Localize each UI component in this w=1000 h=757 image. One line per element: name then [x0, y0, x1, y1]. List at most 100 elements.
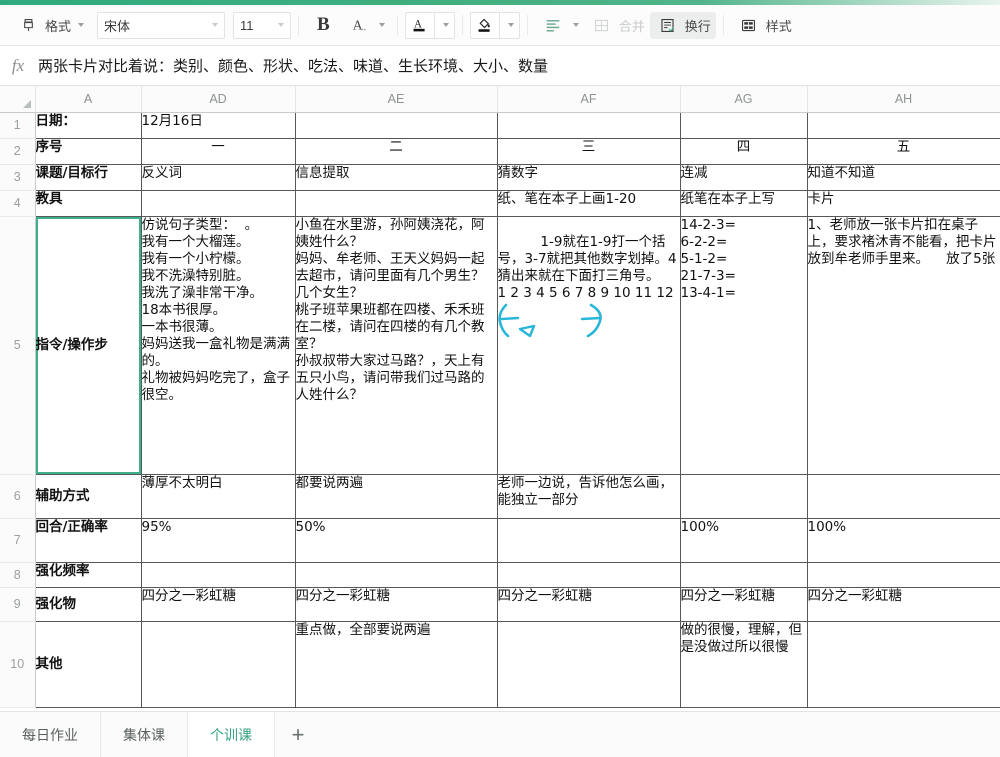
column-header-A[interactable]: A: [35, 86, 142, 113]
column-header-AF[interactable]: AF: [497, 86, 681, 113]
cell-AE10[interactable]: 重点做，全部要说两遍: [295, 621, 498, 708]
cell-AG6[interactable]: [680, 474, 808, 519]
cell-AE3[interactable]: 信息提取: [295, 164, 498, 191]
row-header-7[interactable]: 7: [0, 518, 36, 563]
cell-AF8[interactable]: [497, 562, 681, 588]
chevron-down-icon: [278, 23, 285, 27]
row-header-8[interactable]: 8: [0, 562, 36, 588]
add-sheet-button[interactable]: +: [275, 712, 321, 757]
cell-AD8[interactable]: [141, 562, 296, 588]
cell-AE5[interactable]: 小鱼在水里游，孙阿姨浇花，阿姨姓什么？ 妈妈、牟老师、王天义妈妈一起去超市，请问…: [295, 216, 498, 475]
cell-style-button[interactable]: 样式: [731, 12, 797, 39]
cell-AD1[interactable]: 12月16日: [141, 112, 296, 139]
merge-cells-button[interactable]: 合并: [584, 12, 650, 39]
font-family-select[interactable]: 宋体: [97, 11, 226, 39]
cell-A2[interactable]: 序号: [34, 138, 142, 165]
cell-AF3[interactable]: 猜数字: [497, 164, 681, 191]
column-header-AG[interactable]: AG: [680, 86, 808, 113]
cell-A5[interactable]: 指令/操作步: [34, 216, 142, 475]
cell-AF2[interactable]: 三: [497, 138, 681, 165]
cell-AD2[interactable]: 一: [141, 138, 296, 165]
cell-AD6[interactable]: 薄厚不太明白: [141, 474, 296, 519]
cell-AD7[interactable]: 95%: [141, 518, 296, 563]
formula-input[interactable]: 两张卡片对比着说：类别、颜色、形状、吃法、味道、生长环境、大小、数量: [36, 55, 1000, 76]
row-header-2[interactable]: 2: [0, 138, 36, 165]
formula-bar[interactable]: fx 两张卡片对比着说：类别、颜色、形状、吃法、味道、生长环境、大小、数量: [0, 46, 1000, 86]
cell-AH5[interactable]: 1、老师放一张卡片扣在桌子上，要求褚沐青不能看，把卡片放到牟老师手里来。 放了5…: [807, 216, 1000, 475]
cell-AH1[interactable]: [807, 112, 1000, 139]
wrap-text-button[interactable]: 换行: [649, 11, 716, 39]
cell-AE9[interactable]: 四分之一彩虹糖: [295, 587, 498, 622]
row-header-5[interactable]: 5: [0, 216, 36, 475]
cell-AE1[interactable]: [295, 112, 498, 139]
cell-AE4[interactable]: [295, 190, 498, 217]
cell-AF10[interactable]: [497, 621, 681, 708]
cell-AG2[interactable]: 四: [680, 138, 808, 165]
cell-AF1[interactable]: [497, 112, 681, 139]
cell-A9[interactable]: 强化物: [34, 587, 142, 622]
cell-AG3[interactable]: 连减: [680, 164, 808, 191]
font-effects-button[interactable]: A: [341, 12, 390, 39]
cell-AE6[interactable]: 都要说两遍: [295, 474, 498, 519]
cell-AE8[interactable]: [295, 562, 498, 588]
spreadsheet-grid[interactable]: A AD AE AF AG AH 1 日期： 12月16日 2 序号 一 二 三…: [0, 86, 1000, 711]
cell-AD9[interactable]: 四分之一彩虹糖: [141, 587, 296, 622]
cell-AG10[interactable]: 做的很慢，理解，但是没做过所以很慢: [680, 621, 808, 708]
cell-A1[interactable]: 日期：: [34, 112, 142, 139]
row-header-6[interactable]: 6: [0, 474, 36, 519]
cell-AD4[interactable]: [141, 190, 296, 217]
column-header-AD[interactable]: AD: [141, 86, 296, 113]
row-header-3[interactable]: 3: [0, 164, 36, 191]
cell-A4[interactable]: 教具: [34, 190, 142, 217]
cell-AH10[interactable]: [807, 621, 1000, 708]
cell-AH2[interactable]: 五: [807, 138, 1000, 165]
fill-color-dropdown[interactable]: [499, 11, 520, 39]
column-header-AE[interactable]: AE: [295, 86, 498, 113]
cell-AG8[interactable]: [680, 562, 808, 588]
column-header-AH[interactable]: AH: [807, 86, 1000, 113]
cell-A3[interactable]: 课题/目标行: [34, 164, 142, 191]
sheet-tab-daily-homework[interactable]: 每日作业: [0, 711, 101, 757]
cell-AF4[interactable]: 纸、笔在本子上画1-20: [497, 190, 681, 217]
cell-AH8[interactable]: [807, 562, 1000, 588]
cell-AD5[interactable]: 仿说句子类型： 。 我有一个大榴莲。 我有一个小柠檬。 我不洗澡特别脏。 我洗了…: [141, 216, 296, 475]
cell-A10[interactable]: 其他: [34, 621, 142, 708]
cell-AG9[interactable]: 四分之一彩虹糖: [680, 587, 808, 622]
cell-AF6[interactable]: 老师一边说，告诉他怎么画，能独立一部分: [497, 474, 681, 519]
format-button[interactable]: 格式: [10, 12, 89, 39]
bold-button[interactable]: B: [306, 12, 341, 39]
select-all-corner[interactable]: [0, 86, 36, 113]
cell-AH9[interactable]: 四分之一彩虹糖: [807, 587, 1000, 622]
font-family-value: 宋体: [104, 18, 131, 34]
align-button[interactable]: [535, 12, 584, 39]
cell-AD10[interactable]: [141, 621, 296, 708]
cell-AD3[interactable]: 反义词: [141, 164, 296, 191]
cell-AH7[interactable]: 100%: [807, 518, 1000, 563]
cell-AG1[interactable]: [680, 112, 808, 139]
cell-AH3[interactable]: 知道不知道: [807, 164, 1000, 191]
text-color-button[interactable]: A: [404, 11, 435, 39]
row-header-10[interactable]: 10: [0, 621, 36, 708]
row-header-9[interactable]: 9: [0, 587, 36, 622]
font-size-select[interactable]: 11: [233, 11, 292, 39]
cell-A7[interactable]: 回合/正确率: [34, 518, 142, 563]
row-header-1[interactable]: 1: [0, 112, 36, 139]
cell-AF9[interactable]: 四分之一彩虹糖: [497, 587, 681, 622]
fill-color-button[interactable]: [469, 11, 500, 39]
cell-AG5[interactable]: 14-2-3= 6-2-2= 5-1-2= 21-7-3= 13-4-1=: [680, 216, 808, 475]
sheet-tab-group-class[interactable]: 集体课: [101, 711, 188, 757]
cell-AE7[interactable]: 50%: [295, 518, 498, 563]
row-header-4[interactable]: 4: [0, 190, 36, 217]
sheet-tab-individual-class[interactable]: 个训课: [188, 711, 275, 757]
cell-AE2[interactable]: 二: [295, 138, 498, 165]
cell-AF7[interactable]: [497, 518, 681, 563]
text-color-dropdown[interactable]: [434, 11, 455, 39]
cell-A6[interactable]: 辅助方式: [34, 474, 142, 519]
cell-AH4[interactable]: 卡片: [807, 190, 1000, 217]
cell-AG4[interactable]: 纸笔在本子上写: [680, 190, 808, 217]
cell-AF5[interactable]: 1-9就在1-9打一个括号，3-7就把其他数字划掉。4猜出来就在下面打三角号。 …: [497, 216, 681, 475]
cell-AG7[interactable]: 100%: [680, 518, 808, 563]
cell-A8[interactable]: 强化频率: [34, 562, 142, 588]
toolbar-divider: [298, 15, 300, 35]
cell-AH6[interactable]: [807, 474, 1000, 519]
